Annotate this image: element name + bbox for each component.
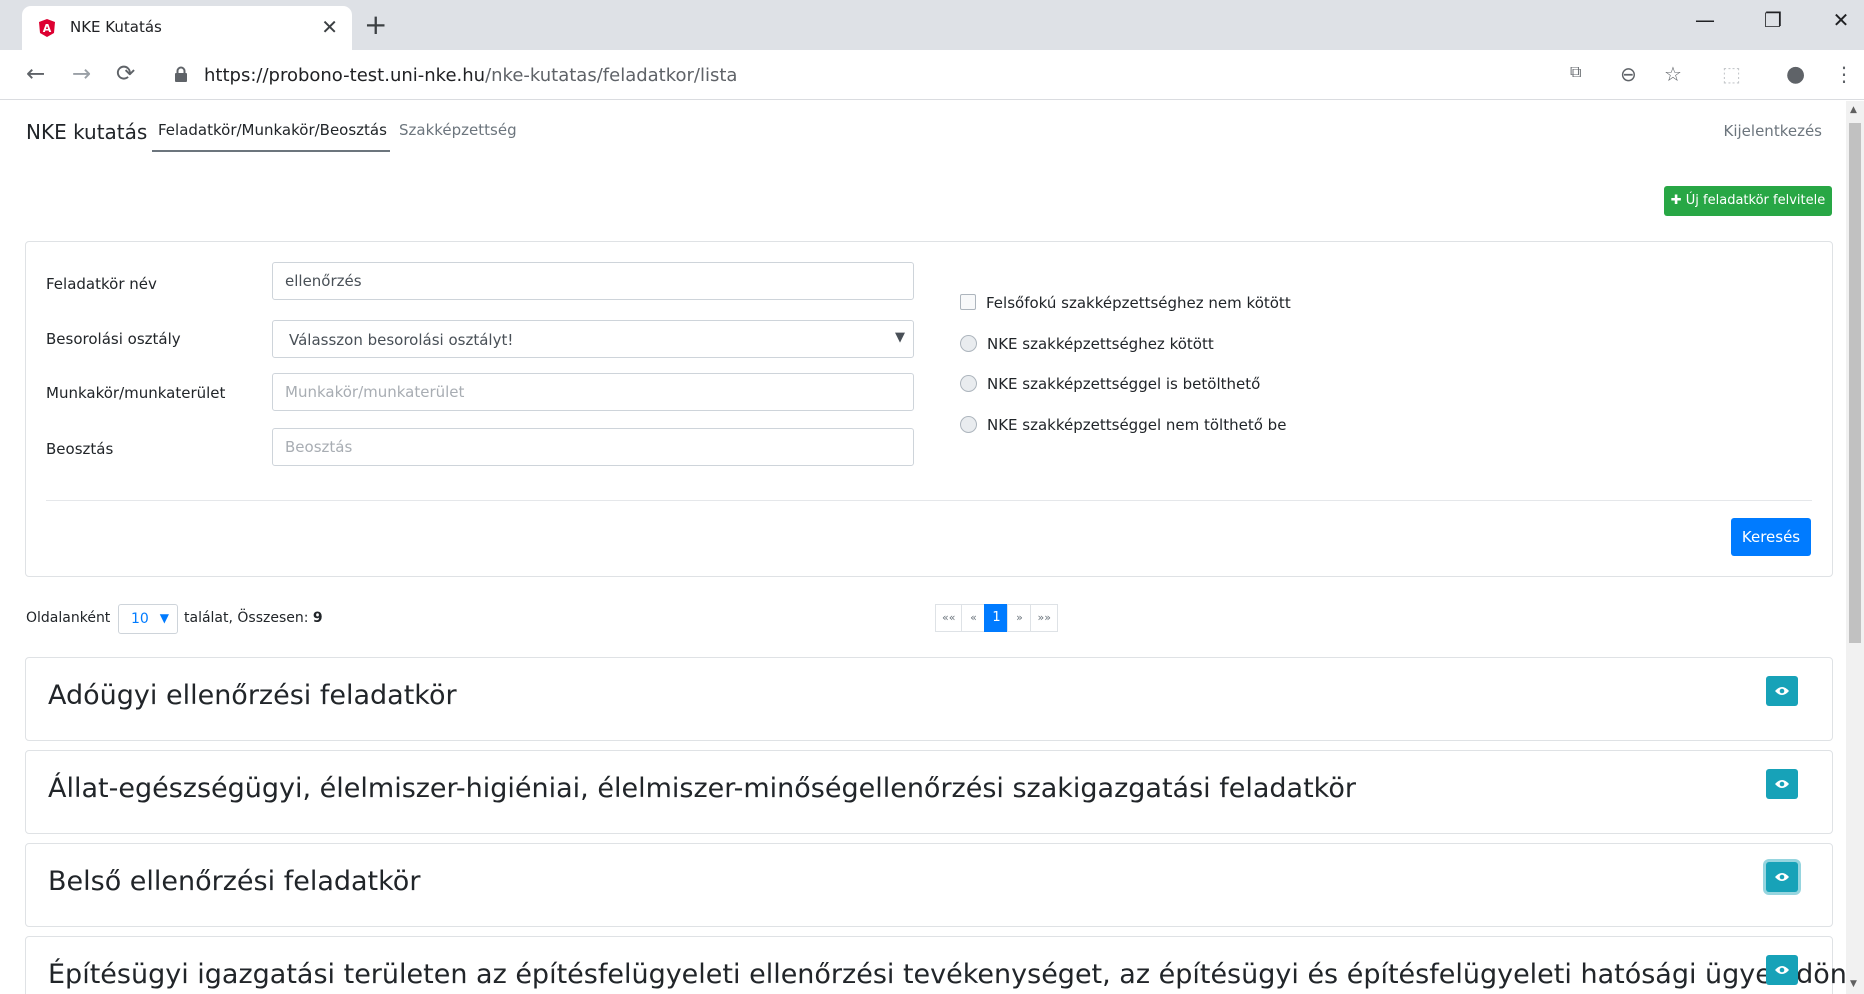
results-total: 9 (312, 610, 323, 626)
address-bar[interactable]: https://probono-test.uni-nke.hu/nke-kuta… (168, 56, 1538, 94)
class-select[interactable]: Válasszon besorolási osztályt! ▼ (272, 320, 914, 358)
result-title: Állat-egészségügyi, élelmiszer-higiéniai… (48, 773, 1356, 804)
option-not-fillable-radio[interactable]: NKE szakképzettséggel nem tölthető be (960, 416, 1286, 434)
pagination: «« « 1 » »» (935, 604, 1058, 632)
option-label: NKE szakképzettséggel nem tölthető be (987, 416, 1287, 434)
account-icon[interactable]: ● (1786, 62, 1805, 87)
pdf-extension-icon[interactable]: ⬚ (1722, 62, 1741, 86)
scroll-up-icon[interactable]: ▲ (1850, 105, 1857, 115)
result-title: Adóügyi ellenőrzési feladatkör (48, 680, 457, 711)
option-label: NKE szakképzettséggel is betölthető (987, 375, 1261, 393)
chevron-down-icon: ▼ (895, 330, 905, 345)
result-card: Építésügyi igazgatási területen az építé… (25, 936, 1846, 994)
first-page-button[interactable]: «« (935, 604, 963, 632)
option-bound-radio[interactable]: NKE szakképzettséghez kötött (960, 335, 1214, 353)
translate-icon[interactable]: ⧉ (1570, 62, 1581, 82)
scrollbar-thumb[interactable] (1849, 123, 1861, 643)
brand[interactable]: NKE kutatás (26, 120, 147, 144)
browser-tabstrip: A NKE Kutatás ✕ + — ❐ ✕ (0, 0, 1864, 50)
restore-icon[interactable]: ❐ (1750, 8, 1796, 32)
class-select-value: Válasszon besorolási osztályt! (289, 331, 514, 349)
window-close-icon[interactable]: ✕ (1818, 8, 1864, 32)
page: NKE kutatás Feladatkör/Munkakör/Beosztás… (0, 101, 1846, 994)
view-button[interactable] (1766, 955, 1798, 985)
prev-page-button[interactable]: « (961, 604, 986, 632)
lock-icon (175, 66, 187, 82)
scroll-down-icon[interactable]: ▼ (1850, 979, 1857, 989)
results-label: találat, Összesen: (184, 610, 309, 626)
job-label: Munkakör/munkaterület (46, 384, 226, 402)
per-page-label: Oldalanként (26, 610, 111, 626)
radio-icon[interactable] (960, 416, 977, 433)
option-also-fillable-radio[interactable]: NKE szakképzettséggel is betölthető (960, 375, 1260, 393)
forward-icon[interactable]: → (72, 61, 91, 87)
page-1-button[interactable]: 1 (984, 604, 1009, 632)
back-icon[interactable]: ← (26, 61, 45, 87)
add-new-button[interactable]: ✚ Új feladatkör felvitele (1664, 186, 1832, 216)
angular-icon: A (39, 19, 55, 37)
position-input[interactable] (272, 428, 914, 466)
result-title: Belső ellenőrzési feladatkör (48, 866, 421, 897)
page-scrollbar[interactable]: ▲ ▼ (1846, 101, 1864, 994)
eye-icon (1775, 687, 1789, 695)
per-page-value: 10 (131, 611, 149, 627)
reload-icon[interactable]: ⟳ (116, 61, 135, 87)
result-card: Adóügyi ellenőrzési feladatkör (25, 657, 1833, 741)
result-card: Állat-egészségügyi, élelmiszer-higiéniai… (25, 750, 1833, 834)
minimize-icon[interactable]: — (1682, 8, 1728, 32)
menu-icon[interactable]: ⋮ (1834, 62, 1854, 86)
browser-tab[interactable]: A NKE Kutatás ✕ (22, 6, 352, 50)
view-button[interactable] (1766, 862, 1798, 892)
eye-icon (1775, 873, 1789, 881)
radio-icon[interactable] (960, 335, 977, 352)
option-label: NKE szakképzettséghez kötött (987, 335, 1214, 353)
radio-icon[interactable] (960, 375, 977, 392)
tab-title: NKE Kutatás (70, 18, 162, 36)
active-nav-underline (152, 150, 390, 152)
chevron-down-icon: ▼ (159, 611, 169, 625)
bookmark-star-icon[interactable]: ☆ (1664, 62, 1682, 86)
zoom-icon[interactable]: ⊖ (1620, 62, 1637, 86)
svg-text:A: A (43, 22, 52, 35)
class-label: Besorolási osztály (46, 330, 181, 348)
divider (46, 500, 1812, 501)
eye-icon (1775, 780, 1789, 788)
browser-toolbar: ← → ⟳ https://probono-test.uni-nke.hu/nk… (0, 50, 1864, 100)
search-card: Feladatkör név Besorolási osztály Válass… (25, 241, 1833, 577)
name-input[interactable] (272, 262, 914, 300)
next-page-button[interactable]: » (1007, 604, 1032, 632)
nav-szakkepzettseg[interactable]: Szakképzettség (399, 121, 517, 139)
results-count: találat, Összesen: 9 (184, 610, 323, 626)
view-button[interactable] (1766, 769, 1798, 799)
option-label: Felsőfokú szakképzettséghez nem kötött (986, 294, 1291, 312)
view-button[interactable] (1766, 676, 1798, 706)
name-label: Feladatkör név (46, 275, 157, 293)
url-text: https://probono-test.uni-nke.hu/nke-kuta… (204, 65, 737, 86)
position-label: Beosztás (46, 440, 114, 458)
url-path: /nke-kutatas/feladatkor/lista (485, 65, 738, 86)
search-button[interactable]: Keresés (1731, 518, 1811, 556)
last-page-button[interactable]: »» (1030, 604, 1058, 632)
logout-link[interactable]: Kijelentkezés (1724, 122, 1822, 140)
nav-feladatkor[interactable]: Feladatkör/Munkakör/Beosztás (158, 121, 387, 139)
job-input[interactable] (272, 373, 914, 411)
eye-icon (1775, 966, 1789, 974)
close-tab-icon[interactable]: ✕ (321, 15, 338, 39)
new-tab-icon[interactable]: + (364, 8, 387, 41)
checkbox-icon[interactable] (960, 294, 976, 310)
per-page-select[interactable]: 10 ▼ (118, 604, 178, 634)
url-host: https://probono-test.uni-nke.hu (204, 65, 486, 86)
option-not-bound-checkbox[interactable]: Felsőfokú szakképzettséghez nem kötött (960, 294, 1291, 312)
result-card: Belső ellenőrzési feladatkör (25, 843, 1833, 927)
result-title: Építésügyi igazgatási területen az építé… (48, 959, 1846, 990)
